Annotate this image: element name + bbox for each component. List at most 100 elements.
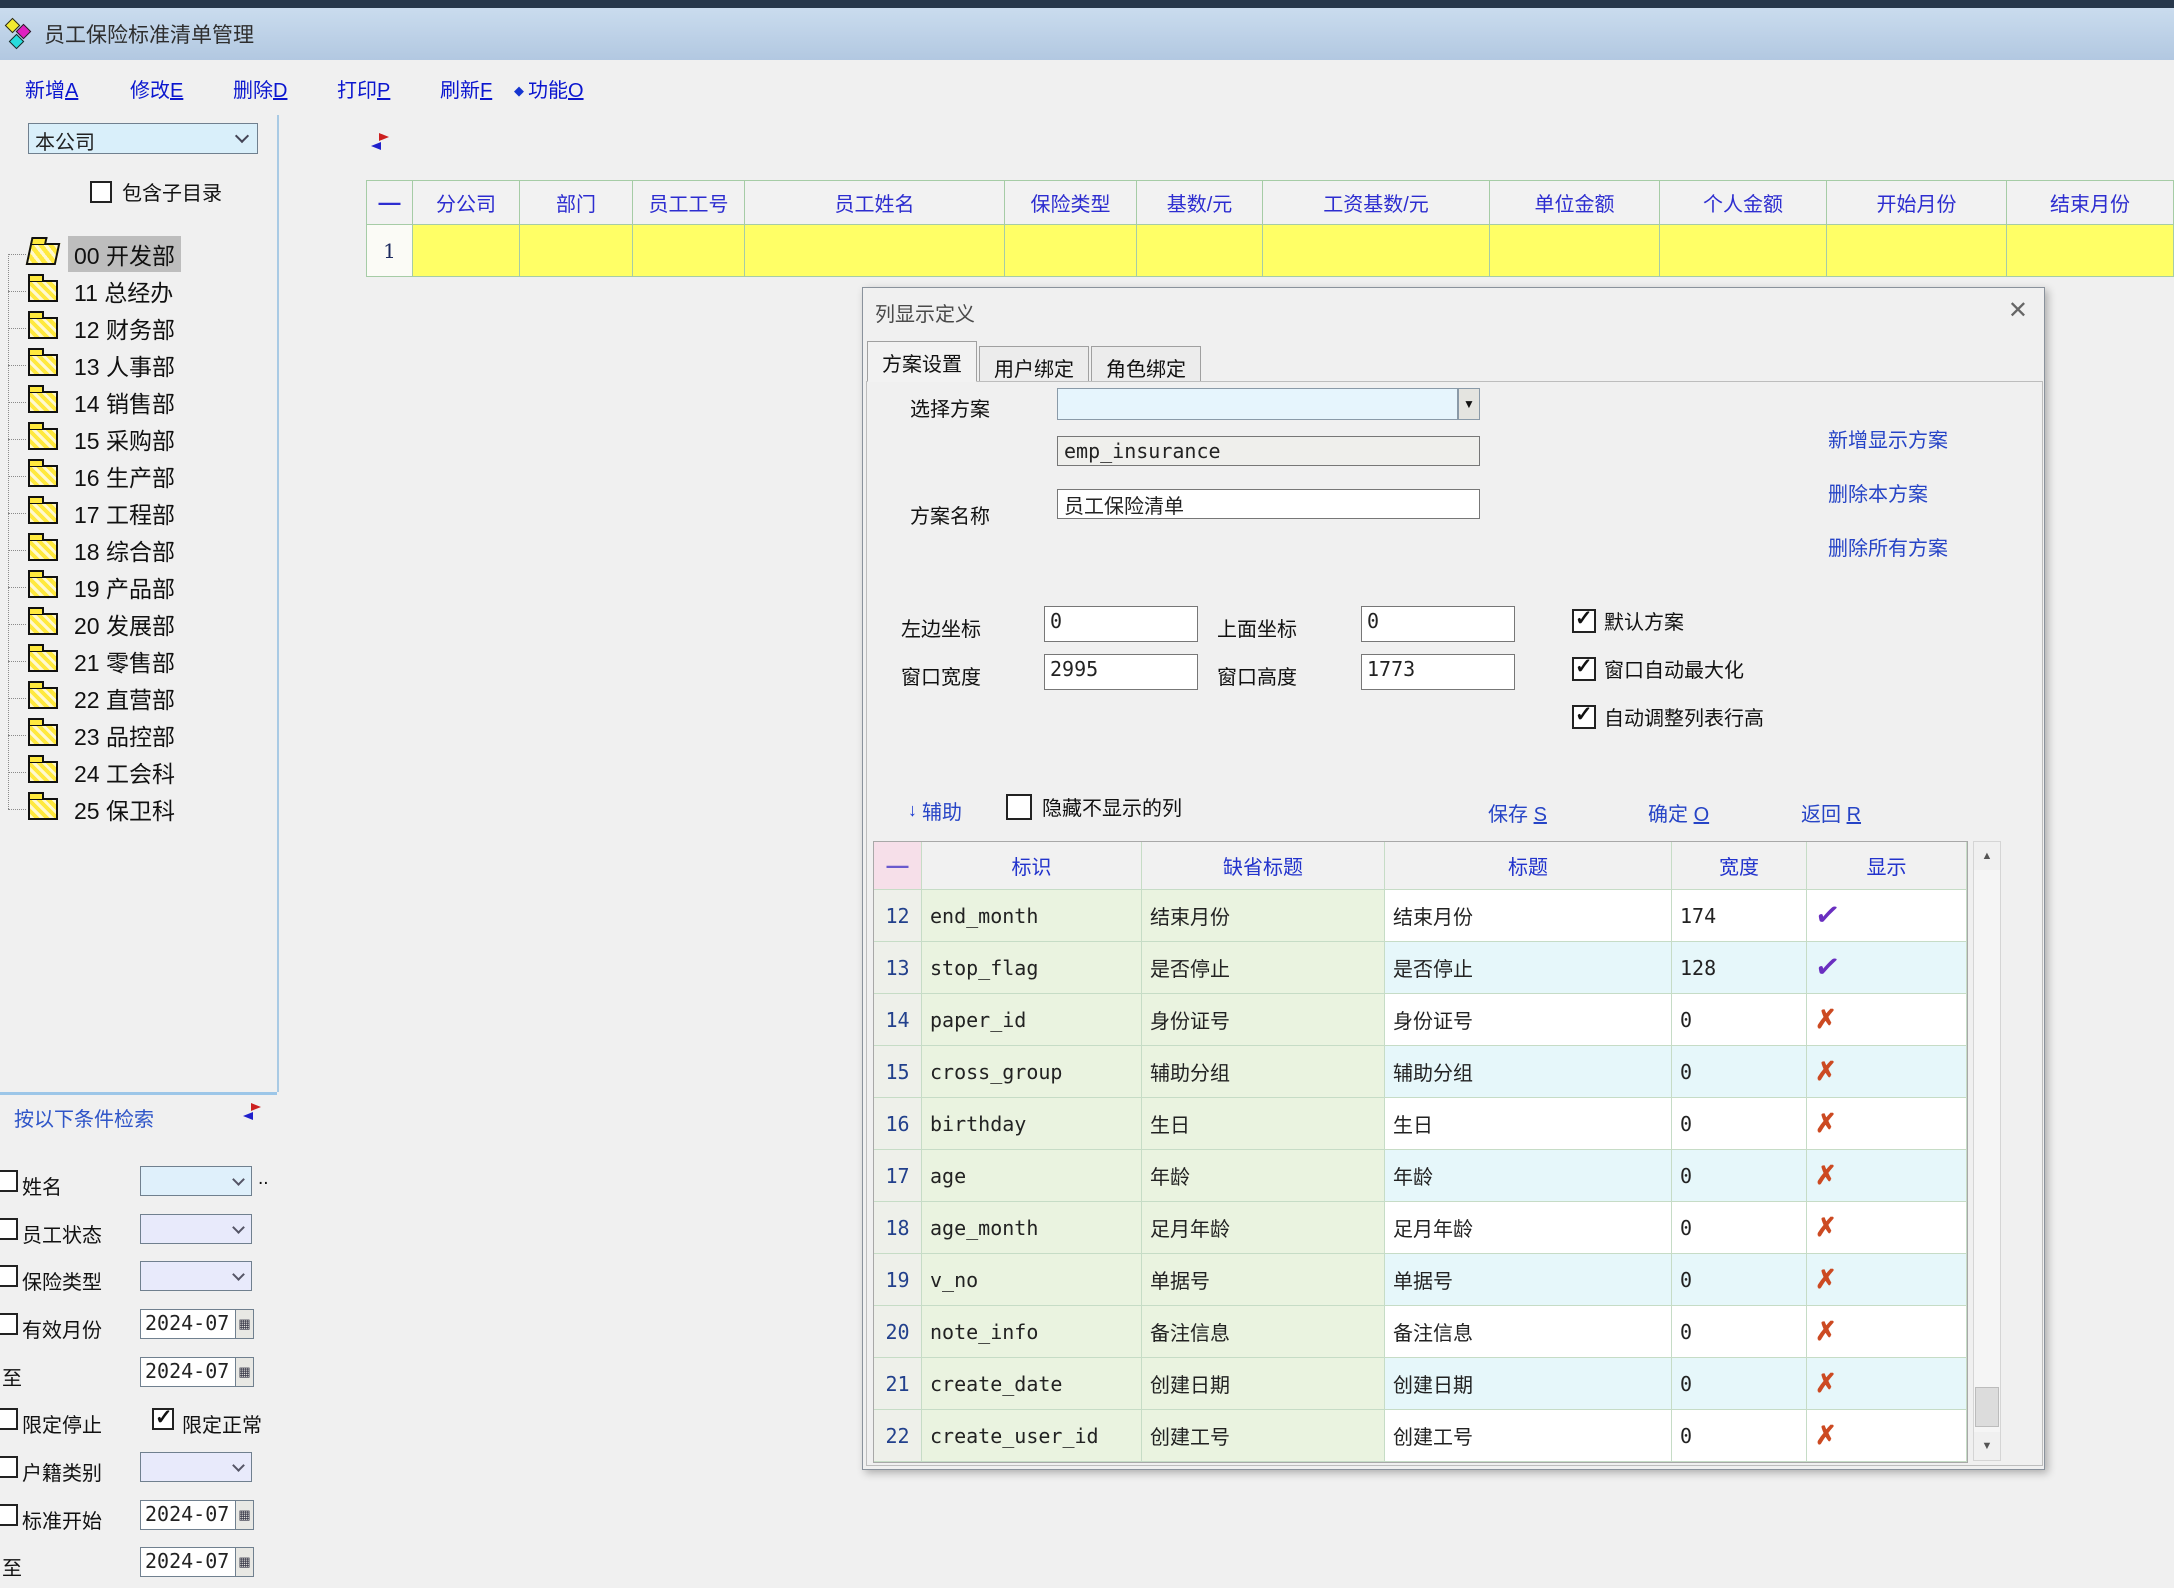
column-def-row[interactable]: 15cross_group辅助分组辅助分组0✗: [874, 1046, 1967, 1098]
default-title[interactable]: 单据号: [1142, 1254, 1385, 1306]
include-subdir-checkbox[interactable]: [90, 181, 112, 203]
title[interactable]: 创建日期: [1385, 1358, 1672, 1410]
width[interactable]: 0: [1672, 1046, 1807, 1098]
visible-flag[interactable]: ✗: [1807, 1254, 1967, 1306]
tree-item-18[interactable]: 18 综合部: [8, 533, 181, 567]
search-combo-6[interactable]: [140, 1452, 252, 1482]
width[interactable]: 0: [1672, 1098, 1807, 1150]
title[interactable]: 身份证号: [1385, 994, 1672, 1046]
toolbar-button-O[interactable]: ◆功能O: [514, 74, 584, 103]
grid-cell-5[interactable]: [1005, 225, 1137, 277]
grid-column-header[interactable]: 保险类型: [1005, 180, 1137, 225]
default-title[interactable]: 足月年龄: [1142, 1202, 1385, 1254]
dialog-table-scrollbar[interactable]: ▲ ▼: [1973, 841, 2001, 1461]
column-def-row[interactable]: 18age_month足月年龄足月年龄0✗: [874, 1202, 1967, 1254]
search-checkbox-5[interactable]: [0, 1408, 18, 1430]
column-identifier[interactable]: age_month: [922, 1202, 1142, 1254]
tree-item-15[interactable]: 15 采购部: [8, 422, 181, 456]
delete-this-scheme-link[interactable]: 删除本方案: [1828, 478, 1928, 507]
visible-flag[interactable]: ✗: [1807, 994, 1967, 1046]
visible-flag[interactable]: ✗: [1807, 1098, 1967, 1150]
search-checkbox-3[interactable]: [0, 1313, 18, 1335]
search-date-3[interactable]: 2024-07: [140, 1309, 236, 1339]
tab-scheme-settings[interactable]: 方案设置: [867, 341, 977, 382]
grid-column-header[interactable]: 员工工号: [633, 180, 745, 225]
grid-cell-4[interactable]: [745, 225, 1005, 277]
column-identifier[interactable]: age: [922, 1150, 1142, 1202]
add-display-scheme-link[interactable]: 新增显示方案: [1828, 424, 1948, 453]
visible-flag[interactable]: ✓: [1807, 942, 1967, 994]
column-def-row[interactable]: 14paper_id身份证号身份证号0✗: [874, 994, 1967, 1046]
grid-column-header[interactable]: 开始月份: [1827, 180, 2007, 225]
tree-item-25[interactable]: 25 保卫科: [8, 792, 181, 826]
width[interactable]: 0: [1672, 1306, 1807, 1358]
search-date-8[interactable]: 2024-07: [140, 1547, 236, 1577]
default-title[interactable]: 创建日期: [1142, 1358, 1385, 1410]
title[interactable]: 年龄: [1385, 1150, 1672, 1202]
scheme-select[interactable]: [1057, 388, 1458, 420]
search-checkbox-normal[interactable]: [152, 1408, 174, 1430]
save-button[interactable]: 保存 S: [1488, 798, 1547, 827]
calendar-icon[interactable]: ▦: [236, 1309, 254, 1339]
grid-column-header[interactable]: 部门: [520, 180, 633, 225]
tree-item-20[interactable]: 20 发展部: [8, 607, 181, 641]
grid-column-header[interactable]: 单位金额: [1490, 180, 1660, 225]
width[interactable]: 0: [1672, 1358, 1807, 1410]
search-combo-2[interactable]: [140, 1261, 252, 1291]
dialog-column-header[interactable]: 标识: [922, 842, 1142, 890]
width[interactable]: 174: [1672, 890, 1807, 942]
search-checkbox-6[interactable]: [0, 1456, 18, 1478]
column-identifier[interactable]: birthday: [922, 1098, 1142, 1150]
scroll-down-icon[interactable]: ▼: [1974, 1432, 2000, 1460]
tree-item-11[interactable]: 11 总经办: [8, 274, 179, 308]
column-def-row[interactable]: 17age年龄年龄0✗: [874, 1150, 1967, 1202]
title[interactable]: 创建工号: [1385, 1410, 1672, 1462]
grid-column-header[interactable]: 工资基数/元: [1263, 180, 1490, 225]
calendar-icon[interactable]: ▦: [236, 1357, 254, 1387]
dialog-column-header[interactable]: 显示: [1807, 842, 1967, 890]
sync-columns-icon[interactable]: [371, 133, 391, 151]
tab-user-binding[interactable]: 用户绑定: [979, 346, 1089, 382]
visible-flag[interactable]: ✗: [1807, 1306, 1967, 1358]
title[interactable]: 足月年龄: [1385, 1202, 1672, 1254]
dialog-column-header[interactable]: 标题: [1385, 842, 1672, 890]
grid-cell-6[interactable]: [1137, 225, 1263, 277]
toolbar-button-D[interactable]: 删除D: [233, 74, 287, 103]
search-checkbox-1[interactable]: [0, 1218, 18, 1240]
default-title[interactable]: 创建工号: [1142, 1410, 1385, 1462]
search-checkbox-2[interactable]: [0, 1265, 18, 1287]
default-title[interactable]: 生日: [1142, 1098, 1385, 1150]
title[interactable]: 结束月份: [1385, 890, 1672, 942]
search-combo-1[interactable]: [140, 1214, 252, 1244]
visible-flag[interactable]: ✗: [1807, 1046, 1967, 1098]
column-def-row[interactable]: 19v_no单据号单据号0✗: [874, 1254, 1967, 1306]
return-button[interactable]: 返回 R: [1801, 798, 1861, 827]
scheme-name-field[interactable]: 员工保险清单: [1057, 489, 1480, 519]
column-identifier[interactable]: v_no: [922, 1254, 1142, 1306]
row-number[interactable]: 12: [874, 890, 922, 942]
hide-hidden-columns-checkbox[interactable]: [1006, 794, 1032, 820]
search-combo-0[interactable]: [140, 1166, 252, 1196]
default-title[interactable]: 结束月份: [1142, 890, 1385, 942]
grid-cell-8[interactable]: [1490, 225, 1660, 277]
grid-cell-10[interactable]: [1827, 225, 2007, 277]
search-checkbox-0[interactable]: [0, 1170, 18, 1192]
visible-flag[interactable]: ✗: [1807, 1150, 1967, 1202]
title[interactable]: 辅助分组: [1385, 1046, 1672, 1098]
grid-column-header[interactable]: 个人金额: [1660, 180, 1827, 225]
left-coord-input[interactable]: 0: [1044, 606, 1198, 642]
more-options-label[interactable]: ..: [258, 1168, 269, 1190]
tree-item-22[interactable]: 22 直营部: [8, 681, 181, 715]
visible-flag[interactable]: ✗: [1807, 1358, 1967, 1410]
title[interactable]: 备注信息: [1385, 1306, 1672, 1358]
visible-flag[interactable]: ✗: [1807, 1202, 1967, 1254]
column-def-row[interactable]: 21create_date创建日期创建日期0✗: [874, 1358, 1967, 1410]
calendar-icon[interactable]: ▦: [236, 1547, 254, 1577]
tree-item-12[interactable]: 12 财务部: [8, 311, 181, 345]
tree-item-17[interactable]: 17 工程部: [8, 496, 181, 530]
width[interactable]: 0: [1672, 1410, 1807, 1462]
title[interactable]: 是否停止: [1385, 942, 1672, 994]
ok-button[interactable]: 确定 O: [1648, 798, 1709, 827]
grid-cell-9[interactable]: [1660, 225, 1827, 277]
grid-column-header[interactable]: 结束月份: [2007, 180, 2174, 225]
